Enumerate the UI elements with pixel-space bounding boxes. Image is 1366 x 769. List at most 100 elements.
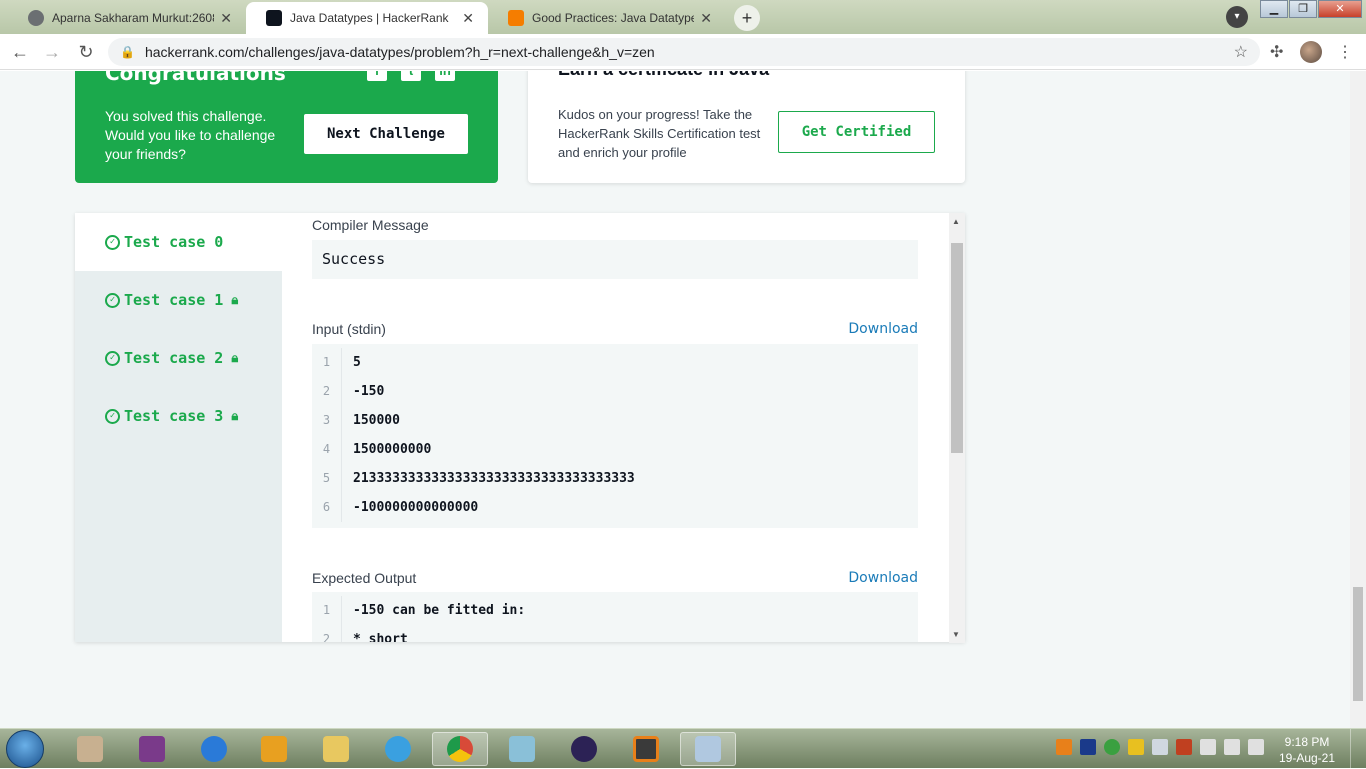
- test-case-0[interactable]: ✓ Test case 0: [75, 213, 282, 271]
- profile-avatar[interactable]: [1300, 41, 1322, 63]
- check-circle-icon: ✓: [105, 350, 120, 366]
- flag-icon[interactable]: [1224, 739, 1240, 755]
- code-text: -150: [353, 384, 385, 399]
- congrats-title: Congratulations: [105, 71, 286, 85]
- plus-icon: +: [741, 7, 753, 28]
- expected-output-label: Expected Output: [312, 570, 417, 586]
- address-bar[interactable]: 🔒 hackerrank.com/challenges/java-datatyp…: [108, 38, 1260, 66]
- tray-audio-icon[interactable]: [1176, 739, 1192, 755]
- tray-b-icon[interactable]: [1080, 739, 1096, 755]
- test-case-1[interactable]: ✓ Test case 1 🔒︎: [75, 271, 282, 329]
- lock-icon: 🔒︎: [231, 350, 239, 366]
- lock-icon: 🔒︎: [231, 408, 239, 424]
- file-explorer-icon: [323, 736, 349, 762]
- start-button[interactable]: [6, 730, 44, 768]
- code-line: 4 1500000000: [312, 435, 918, 464]
- volume-icon[interactable]: [1200, 739, 1216, 755]
- next-challenge-button[interactable]: Next Challenge: [304, 114, 468, 154]
- taskbar-app[interactable]: [370, 732, 426, 766]
- taskbar-app[interactable]: [680, 732, 736, 766]
- page-content: Congratulations f t in You solved this c…: [0, 71, 1350, 728]
- code-line: 6 -100000000000000: [312, 493, 918, 522]
- line-number: 1: [312, 348, 342, 377]
- taskbar-app[interactable]: [124, 732, 180, 766]
- bookmark-star-icon[interactable]: ☆: [1234, 42, 1248, 62]
- back-icon[interactable]: ←: [8, 40, 32, 64]
- input-download-link[interactable]: Download: [848, 321, 918, 337]
- utorrent-icon[interactable]: [1104, 739, 1120, 755]
- tab-aparna[interactable]: Aparna Sakharam Murkut:260800 ✕: [8, 2, 246, 34]
- taskbar-app[interactable]: [494, 732, 550, 766]
- tab-java-datatypes[interactable]: Java Datatypes | HackerRank ✕: [246, 2, 488, 34]
- new-tab-button[interactable]: +: [734, 5, 760, 31]
- taskbar-app[interactable]: [556, 732, 612, 766]
- hackerrank-icon: [266, 10, 282, 26]
- code-text: 150000: [353, 413, 400, 428]
- compiler-message-label: Compiler Message: [312, 217, 429, 233]
- code-line: 2 * short: [312, 625, 918, 642]
- forward-icon[interactable]: →: [40, 40, 64, 64]
- menu-icon[interactable]: ⋮: [1337, 42, 1353, 62]
- tab-title: Good Practices: Java Datatypes:-: [532, 11, 695, 25]
- results-scrollbar[interactable]: ▲ ▼: [949, 213, 965, 643]
- page-scrollbar-thumb[interactable]: [1353, 587, 1363, 701]
- line-number: 3: [312, 406, 342, 435]
- close-window-button[interactable]: ✕: [1318, 0, 1362, 18]
- taskbar-clock[interactable]: 9:18 PM 19-Aug-21: [1276, 734, 1338, 766]
- scroll-down-icon[interactable]: ▼: [952, 630, 960, 639]
- windows-taskbar: 9:18 PM 19-Aug-21: [0, 728, 1366, 769]
- tray-v-icon[interactable]: [1128, 739, 1144, 755]
- url-text: hackerrank.com/challenges/java-datatypes…: [144, 44, 655, 60]
- scroll-up-icon[interactable]: ▲: [952, 217, 960, 226]
- lock-icon: 🔒: [120, 45, 135, 59]
- test-case-3[interactable]: ✓ Test case 3 🔒︎: [75, 387, 282, 445]
- test-case-2[interactable]: ✓ Test case 2 🔒︎: [75, 329, 282, 387]
- tab-search-icon[interactable]: ▾: [1226, 6, 1248, 28]
- clock-time: 9:18 PM: [1284, 735, 1330, 749]
- input-label: Input (stdin): [312, 321, 386, 337]
- taskbar-app[interactable]: [308, 732, 364, 766]
- taskbar-app[interactable]: [432, 732, 488, 766]
- show-desktop-button[interactable]: [1350, 729, 1366, 769]
- extensions-icon[interactable]: ✣: [1270, 42, 1283, 62]
- expected-download-link[interactable]: Download: [848, 570, 918, 586]
- twitter-icon[interactable]: t: [401, 71, 421, 81]
- line-number: 4: [312, 435, 342, 464]
- tally-erp-icon: [77, 736, 103, 762]
- certificate-message: Kudos on your progress! Take the HackerR…: [558, 107, 761, 160]
- globe-icon: [28, 10, 44, 26]
- close-icon[interactable]: ✕: [700, 10, 712, 27]
- code-text: -100000000000000: [353, 500, 479, 515]
- scrollbar-thumb[interactable]: [951, 243, 963, 453]
- test-case-label: Test case 2: [124, 349, 224, 367]
- test-case-label: Test case 3: [124, 407, 224, 425]
- maximize-button[interactable]: ❐: [1289, 0, 1317, 18]
- input-code-box: 15 2 -150 3 150000 4 1500000000 5 2133333333…: [312, 344, 918, 528]
- test-results-panel: ✓ Test case 0 ✓ Test case 1 🔒︎ ✓ Test ca…: [75, 213, 965, 642]
- close-icon[interactable]: ✕: [220, 10, 232, 27]
- minimize-button[interactable]: ▁: [1260, 0, 1288, 18]
- window-controls: ▁ ❐ ✕: [1259, 0, 1362, 18]
- blogger-icon: [508, 10, 524, 26]
- code-line: 3 150000: [312, 406, 918, 435]
- get-certified-button[interactable]: Get Certified: [778, 111, 935, 153]
- taskbar-app[interactable]: [186, 732, 242, 766]
- reload-icon[interactable]: ↻: [74, 40, 98, 64]
- network-icon[interactable]: [1248, 739, 1264, 755]
- tab-good-practices[interactable]: Good Practices: Java Datatypes:- ✕: [488, 2, 726, 34]
- tray-usb-icon[interactable]: [1152, 739, 1168, 755]
- line-number: 5: [312, 464, 342, 493]
- taskbar-app[interactable]: [62, 732, 118, 766]
- code-text: 5: [353, 355, 361, 370]
- page-scrollbar[interactable]: [1350, 71, 1366, 728]
- clock-date: 19-Aug-21: [1278, 751, 1336, 765]
- eclipse-icon: [571, 736, 597, 762]
- linkedin-icon[interactable]: in: [435, 71, 455, 81]
- tray-app-icon[interactable]: [1056, 739, 1072, 755]
- facebook-icon[interactable]: f: [367, 71, 387, 81]
- taskbar-app[interactable]: [618, 732, 674, 766]
- social-share: f t in: [367, 71, 455, 81]
- taskbar-app[interactable]: [246, 732, 302, 766]
- sublime-icon: [633, 736, 659, 762]
- close-icon[interactable]: ✕: [462, 10, 474, 27]
